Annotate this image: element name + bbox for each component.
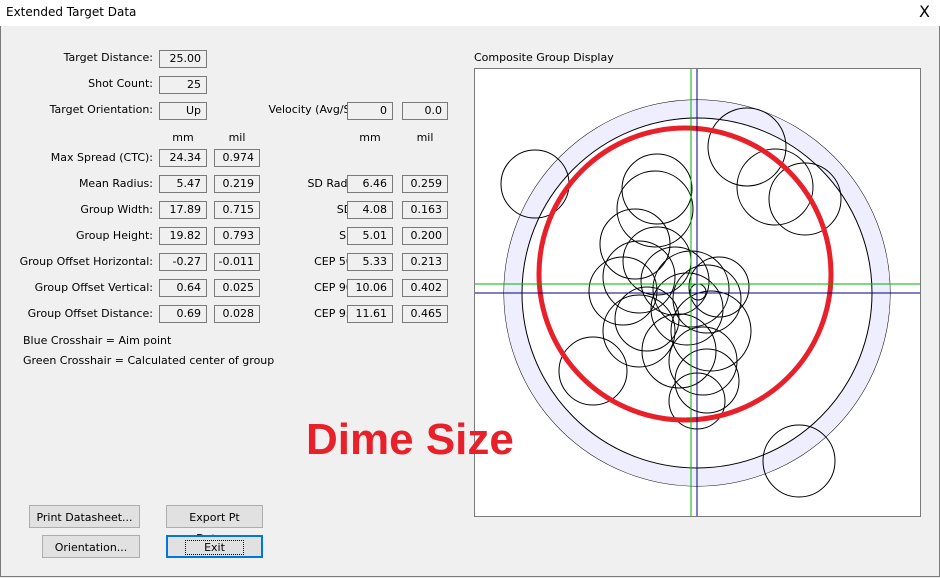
blue-crosshair-note: Blue Crosshair = Aim point [23,334,172,347]
sd-x-mm: 4.08 [347,201,393,219]
cep50-mm: 5.33 [347,253,393,271]
group-height-label: Group Height: [75,229,153,242]
print-datasheet-button[interactable]: Print Datasheet... [29,505,140,528]
exit-button-label: Exit [185,540,244,555]
max-spread-mil: 0.974 [214,149,260,167]
offset-distance-mil: 0.028 [214,305,260,323]
group-height-mil: 0.793 [214,227,260,245]
group-width-mil: 0.715 [214,201,260,219]
sd-x-mil: 0.163 [402,201,448,219]
sd-radius-mil: 0.259 [402,175,448,193]
left-mil-header: mil [228,131,246,144]
close-icon[interactable]: X [919,2,930,21]
offset-vertical-label: Group Offset Vertical: [34,281,153,294]
target-orientation-value: Up [159,102,207,120]
window-title: Extended Target Data [6,5,137,19]
title-bar: Extended Target Data X [0,0,940,26]
dime-size-label: Dime Size [306,415,514,464]
cep50-mil: 0.213 [402,253,448,271]
offset-horizontal-mm: -0.27 [159,253,207,271]
velocity-sd-value: 0.0 [402,102,448,120]
export-pt-data-button[interactable]: Export Pt Data... [166,505,263,545]
target-distance-label: Target Distance: [63,51,153,64]
cep95-mm: 11.61 [347,305,393,323]
shot-count-value: 25 [159,76,207,94]
offset-horizontal-label: Group Offset Horizontal: [19,255,153,268]
cep90-mil: 0.402 [402,279,448,297]
max-spread-mm: 24.34 [159,149,207,167]
orientation-button[interactable]: Orientation... [42,535,140,558]
right-mil-header: mil [416,131,434,144]
offset-vertical-mm: 0.64 [159,279,207,297]
offset-horizontal-mil: -0.011 [214,253,260,271]
group-display-title: Composite Group Display [474,51,614,64]
offset-distance-label: Group Offset Distance: [27,307,153,320]
sd-y-mm: 5.01 [347,227,393,245]
velocity-avg-value: 0 [347,102,393,120]
mean-radius-label: Mean Radius: [78,177,153,190]
right-mm-header: mm [359,131,381,144]
green-crosshair-note: Green Crosshair = Calculated center of g… [23,354,275,367]
offset-vertical-mil: 0.025 [214,279,260,297]
group-display-canvas [474,68,921,517]
left-mm-header: mm [172,131,194,144]
sd-y-mil: 0.200 [402,227,448,245]
exit-button[interactable]: Exit [166,535,263,558]
sd-radius-mm: 6.46 [347,175,393,193]
mean-radius-mil: 0.219 [214,175,260,193]
group-width-mm: 17.89 [159,201,207,219]
target-orientation-label: Target Orientation: [49,103,153,116]
cep90-mm: 10.06 [347,279,393,297]
max-spread-label: Max Spread (CTC): [50,151,153,164]
group-width-label: Group Width: [80,203,153,216]
mean-radius-mm: 5.47 [159,175,207,193]
cep95-mil: 0.465 [402,305,448,323]
offset-distance-mm: 0.69 [159,305,207,323]
group-height-mm: 19.82 [159,227,207,245]
group-display-svg [475,69,920,516]
shot-count-label: Shot Count: [88,77,153,90]
target-distance-value: 25.00 [159,50,207,68]
